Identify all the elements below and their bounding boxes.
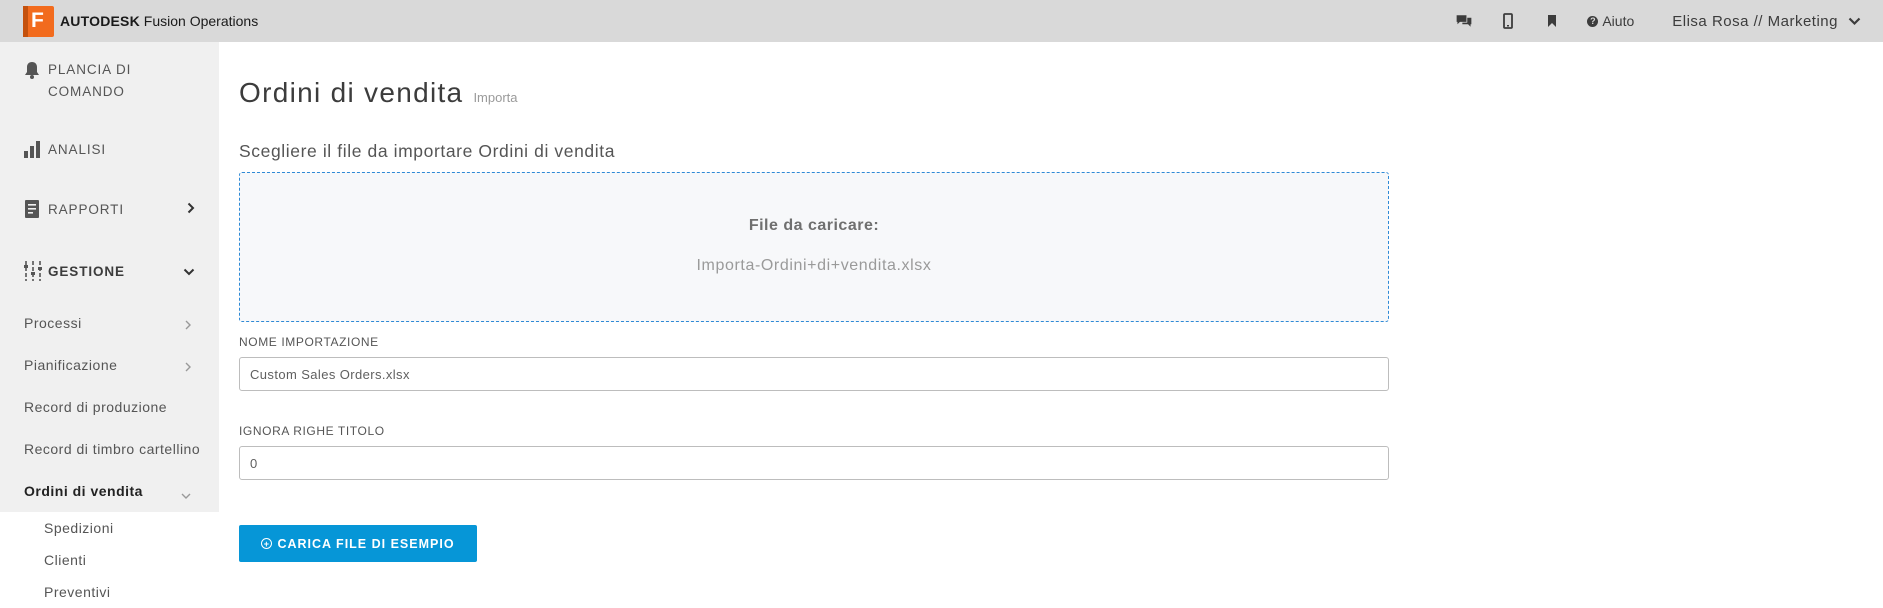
- upload-sample-file-button[interactable]: + CARICA FILE DI ESEMPIO: [239, 525, 477, 562]
- sidebar-item-preventivi[interactable]: Preventivi: [0, 576, 219, 608]
- sidebar-item-label: RAPPORTI: [48, 201, 124, 217]
- sidebar-item-processi[interactable]: Processi: [0, 302, 219, 344]
- ignore-rows-input[interactable]: [239, 446, 1389, 480]
- sidebar-item-record-timbro[interactable]: Record di timbro cartellino: [0, 428, 219, 470]
- sidebar-item-label: Pianificazione: [24, 357, 118, 373]
- bell-icon: [23, 59, 44, 81]
- sidebar-item-label: Spedizioni: [44, 520, 114, 536]
- chevron-right-icon: [185, 359, 191, 375]
- section-label: Scegliere il file da importare Ordini di…: [239, 141, 616, 161]
- top-right-controls: ? Aiuto Elisa Rosa // Marketing: [1455, 0, 1883, 42]
- sidebar: PLANCIA DI COMANDO ANALISI RAPPORTI GEST…: [0, 42, 219, 608]
- sidebar-item-plancia[interactable]: PLANCIA DI COMANDO: [0, 42, 219, 120]
- user-label: Elisa Rosa // Marketing: [1672, 12, 1838, 30]
- page-title: Ordini di vendita: [239, 77, 464, 108]
- sidebar-main-nav: PLANCIA DI COMANDO ANALISI RAPPORTI GEST…: [0, 42, 219, 470]
- ignore-rows-label: IGNORA RIGHE TITOLO: [239, 424, 385, 438]
- sidebar-item-record-produzione[interactable]: Record di produzione: [0, 386, 219, 428]
- question-circle-icon: ?: [1587, 15, 1599, 27]
- file-dropzone[interactable]: File da caricare: Importa-Ordini+di+vend…: [239, 172, 1389, 322]
- user-menu[interactable]: Elisa Rosa // Marketing: [1672, 13, 1861, 30]
- sidebar-item-label: PLANCIA DI COMANDO: [48, 62, 132, 99]
- chevron-right-icon: [187, 202, 195, 217]
- sidebar-item-rapporti[interactable]: RAPPORTI: [0, 178, 219, 240]
- sidebar-item-label: Ordini di vendita: [24, 483, 143, 499]
- help-label: Aiuto: [1602, 13, 1635, 29]
- page-header: Ordini di vendita Importa: [239, 77, 518, 109]
- chat-icon[interactable]: [1455, 12, 1473, 30]
- sidebar-item-label: GESTIONE: [48, 263, 125, 279]
- import-name-input[interactable]: [239, 357, 1389, 391]
- dropzone-title: File da caricare:: [748, 217, 880, 234]
- sidebar-item-spedizioni[interactable]: Spedizioni: [0, 512, 219, 544]
- sidebar-item-label: Clienti: [44, 552, 87, 568]
- top-bar: F AUTODESK Fusion Operations ? Aiuto Eli…: [0, 0, 1883, 42]
- sidebar-item-clienti[interactable]: Clienti: [0, 544, 219, 576]
- chevron-right-icon: [185, 317, 191, 333]
- app-logo[interactable]: F AUTODESK Fusion Operations: [23, 0, 258, 42]
- help-link[interactable]: ? Aiuto: [1587, 13, 1634, 29]
- report-icon: [23, 198, 44, 220]
- sidebar-item-label: ANALISI: [48, 141, 107, 157]
- sidebar-item-gestione[interactable]: GESTIONE: [0, 240, 219, 302]
- sidebar-item-label: Record di produzione: [24, 399, 168, 415]
- brand-rest: Fusion Operations: [143, 13, 259, 29]
- bookmark-icon[interactable]: [1543, 12, 1561, 30]
- sidebar-item-label: Record di timbro cartellino: [24, 441, 201, 457]
- mobile-icon[interactable]: [1499, 12, 1517, 30]
- bar-chart-icon: [23, 138, 44, 160]
- chevron-down-icon: [183, 264, 195, 279]
- sidebar-item-pianificazione[interactable]: Pianificazione: [0, 344, 219, 386]
- chevron-down-icon: [1848, 13, 1861, 30]
- import-name-label: NOME IMPORTAZIONE: [239, 335, 379, 349]
- chevron-down-icon: [181, 486, 191, 502]
- breadcrumb: Importa: [473, 90, 518, 105]
- sidebar-item-ordini-di-vendita[interactable]: Ordini di vendita: [0, 470, 219, 512]
- dropzone-file-name: Importa-Ordini+di+vendita.xlsx: [696, 257, 932, 274]
- brand-bold: AUTODESK: [60, 13, 140, 29]
- upload-button-label: CARICA FILE DI ESEMPIO: [277, 536, 455, 551]
- app-brand: AUTODESK Fusion Operations: [60, 13, 258, 29]
- sidebar-item-label: Processi: [24, 315, 82, 331]
- sidebar-item-analisi[interactable]: ANALISI: [0, 120, 219, 178]
- fusion-logo-icon: F: [23, 5, 54, 37]
- plus-circle-icon: +: [261, 538, 273, 549]
- sliders-icon: [23, 260, 44, 282]
